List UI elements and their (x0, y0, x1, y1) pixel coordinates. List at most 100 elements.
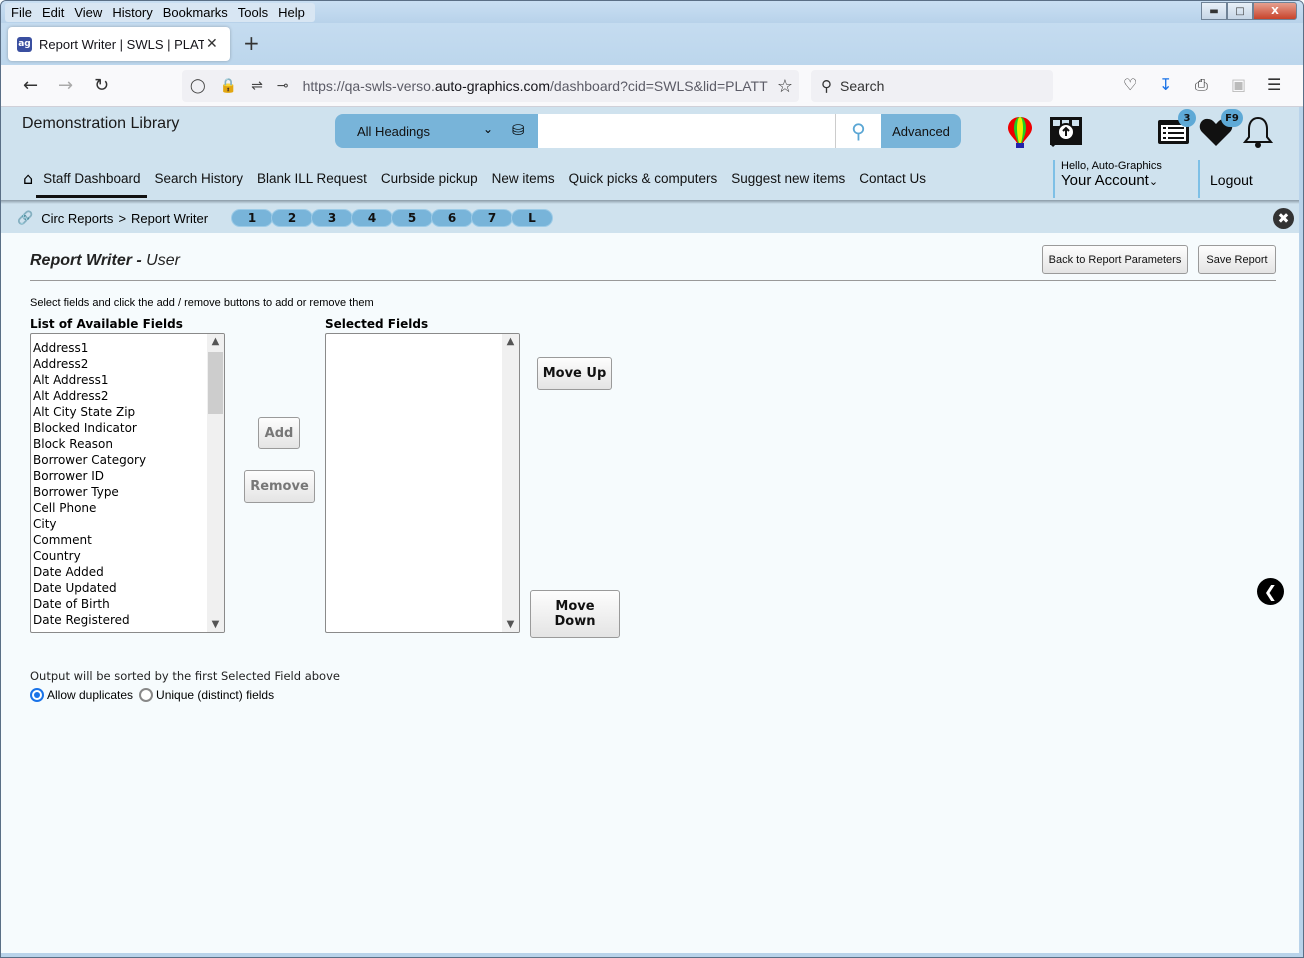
download-icon[interactable]: ↧ (1159, 75, 1172, 94)
unique-fields-radio[interactable] (139, 688, 154, 702)
balloon-icon[interactable] (1006, 115, 1034, 152)
database-icon[interactable]: ⛁ (512, 121, 525, 139)
browser-search-field[interactable]: ⚲ Search (811, 70, 1053, 102)
move-down-button[interactable]: Move Down (530, 590, 620, 638)
available-field-option[interactable]: Address2 (33, 356, 146, 372)
scroll-down-icon[interactable]: ▼ (502, 619, 519, 630)
back-icon[interactable]: ← (23, 75, 38, 96)
scroll-up-icon[interactable]: ▲ (502, 336, 519, 347)
close-tab-icon[interactable]: ✕ (206, 36, 218, 52)
key-icon[interactable]: ⊸ (277, 78, 289, 94)
scroll-up-icon[interactable]: ▲ (207, 336, 224, 347)
search-scope-select[interactable]: All Headings (357, 124, 430, 139)
url-bar[interactable]: ◯ 🔒 ⇌ ⊸ https://qa-swls-verso.auto-graph… (182, 70, 799, 102)
nav-contact-us[interactable]: Contact Us (859, 171, 926, 186)
new-tab-button[interactable]: + (243, 31, 260, 55)
move-up-button[interactable]: Move Up (537, 357, 612, 390)
available-field-option[interactable]: Country (33, 548, 146, 564)
step-2[interactable]: 2 (271, 209, 313, 227)
available-field-option[interactable]: Comment (33, 532, 146, 548)
scroll-thumb[interactable] (208, 352, 223, 414)
step-5[interactable]: 5 (391, 209, 433, 227)
nav-blank-ill-request[interactable]: Blank ILL Request (257, 171, 367, 186)
available-fields-scrollbar[interactable]: ▲ ▼ (207, 334, 224, 632)
advanced-search-button[interactable]: Advanced (881, 114, 961, 148)
available-field-option[interactable]: City (33, 516, 146, 532)
available-field-option[interactable]: Borrower Category (33, 452, 146, 468)
remove-button[interactable]: Remove (244, 470, 315, 503)
nav-search-history[interactable]: Search History (154, 171, 243, 186)
menu-tools[interactable]: Tools (232, 3, 272, 22)
home-icon[interactable]: ⌂ (23, 169, 33, 188)
menu-edit[interactable]: Edit (36, 3, 68, 22)
step-l[interactable]: L (511, 209, 553, 227)
bookmark-star-icon[interactable]: ☆ (777, 76, 793, 97)
available-field-option[interactable]: Address1 (33, 340, 146, 356)
reload-icon[interactable]: ↻ (94, 75, 109, 96)
allow-duplicates-radio[interactable] (30, 688, 44, 702)
minimize-button[interactable]: ▬ (1201, 2, 1227, 20)
site-header: Demonstration Library All Headings ⌄ ⛁ ⚲… (1, 107, 1299, 202)
add-button[interactable]: Add (258, 417, 300, 449)
available-field-option[interactable]: Blocked Indicator (33, 420, 146, 436)
breadcrumb-circ-reports[interactable]: Circ Reports (41, 211, 113, 226)
nav-quick-picks[interactable]: Quick picks & computers (569, 171, 718, 186)
available-field-option[interactable]: Alt Address2 (33, 388, 146, 404)
available-field-option[interactable]: Date Registered (33, 612, 146, 628)
allow-duplicates-label[interactable]: Allow duplicates (47, 688, 133, 702)
collapse-panel-chevron-left-icon[interactable]: ❮ (1257, 578, 1284, 605)
lock-icon[interactable]: 🔒 (220, 78, 237, 94)
browser-tab[interactable]: ag Report Writer | SWLS | PLATT | Auto-G… (8, 27, 230, 61)
close-window-button[interactable]: X (1253, 2, 1297, 20)
url-text[interactable]: https://qa-swls-verso.auto-graphics.com/… (303, 78, 768, 94)
unique-fields-label[interactable]: Unique (distinct) fields (156, 688, 274, 702)
nav-curbside-pickup[interactable]: Curbside pickup (381, 171, 478, 186)
extension-icon[interactable]: ▣ (1231, 75, 1246, 94)
available-field-option[interactable]: Block Reason (33, 436, 146, 452)
back-to-report-parameters-button[interactable]: Back to Report Parameters (1042, 245, 1188, 274)
available-fields-list[interactable]: Address1 Address2 Alt Address1 Alt Address2… (30, 333, 225, 633)
forward-icon[interactable]: → (58, 75, 73, 96)
available-field-option[interactable]: Cell Phone (33, 500, 146, 516)
logout-link[interactable]: Logout (1198, 160, 1253, 198)
maximize-button[interactable]: □ (1227, 2, 1253, 20)
available-field-option[interactable]: Borrower ID (33, 468, 146, 484)
available-field-option[interactable]: Date of Birth (33, 596, 146, 612)
step-4[interactable]: 4 (351, 209, 393, 227)
menu-view[interactable]: View (68, 3, 106, 22)
available-field-option[interactable]: Date Updated (33, 580, 146, 596)
notifications-bell-icon[interactable] (1242, 115, 1274, 152)
shield-icon[interactable]: ◯ (190, 78, 206, 94)
save-report-button[interactable]: Save Report (1198, 245, 1276, 274)
selected-fields-scrollbar[interactable]: ▲ ▼ (502, 334, 519, 632)
print-icon[interactable]: ⎙ (1195, 75, 1208, 95)
search-button[interactable]: ⚲ (835, 114, 881, 148)
available-field-option[interactable]: Alt City State Zip (33, 404, 146, 420)
hamburger-menu-icon[interactable]: ☰ (1267, 75, 1281, 94)
chevron-down-icon[interactable]: ⌄ (483, 122, 493, 136)
reading-list-icon[interactable] (1048, 115, 1084, 152)
step-1[interactable]: 1 (231, 209, 273, 227)
account-label[interactable]: Your Account (1061, 172, 1149, 189)
nav-new-items[interactable]: New items (492, 171, 555, 186)
available-field-option[interactable]: Alt Address1 (33, 372, 146, 388)
step-7[interactable]: 7 (471, 209, 513, 227)
menu-help[interactable]: Help (272, 3, 309, 22)
menu-history[interactable]: History (106, 3, 156, 22)
selected-fields-list[interactable]: ▲ ▼ (325, 333, 520, 633)
available-field-option[interactable]: Date Added (33, 564, 146, 580)
library-name[interactable]: Demonstration Library (22, 115, 179, 133)
nav-staff-dashboard[interactable]: Staff Dashboard (36, 171, 148, 198)
pocket-icon[interactable]: ♡ (1123, 75, 1137, 94)
scroll-down-icon[interactable]: ▼ (207, 619, 224, 630)
account-menu[interactable]: Hello, Auto-Graphics Your Account⌄ (1053, 160, 1162, 198)
close-panel-icon[interactable]: ✖ (1273, 208, 1294, 229)
catalog-search-input[interactable] (538, 114, 881, 148)
nav-suggest-new-items[interactable]: Suggest new items (731, 171, 845, 186)
menu-bookmarks[interactable]: Bookmarks (157, 3, 232, 22)
step-6[interactable]: 6 (431, 209, 473, 227)
available-field-option[interactable]: Borrower Type (33, 484, 146, 500)
menu-file[interactable]: File (5, 3, 36, 22)
step-3[interactable]: 3 (311, 209, 353, 227)
permissions-icon[interactable]: ⇌ (251, 78, 263, 94)
